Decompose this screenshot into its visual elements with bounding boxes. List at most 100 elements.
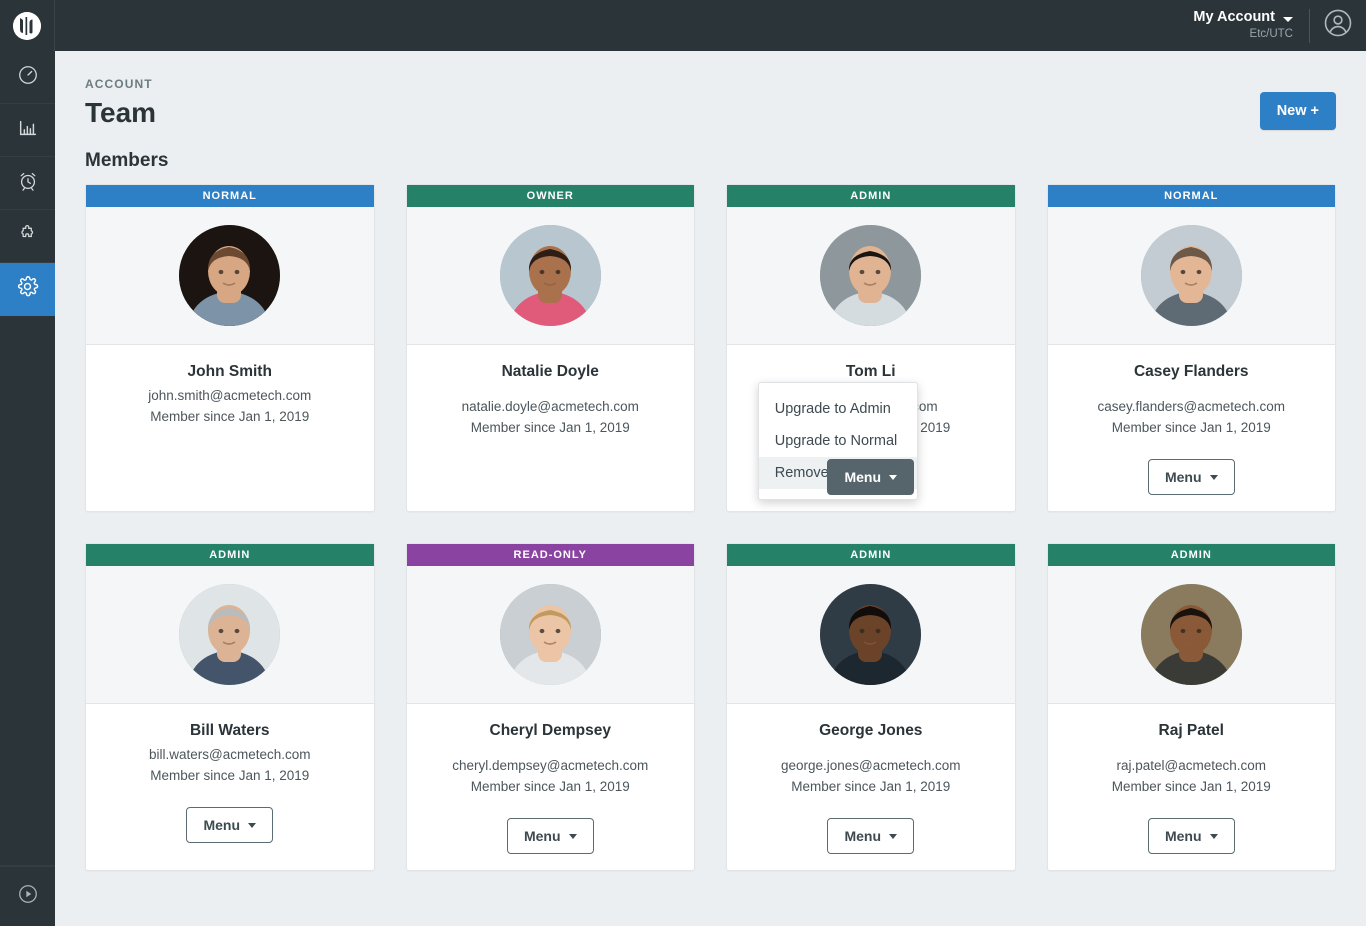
chevron-down-icon [568,834,577,840]
speedometer-icon [17,64,39,91]
chevron-down-icon [889,834,898,840]
role-badge: ADMIN [727,543,1015,566]
member-since: Member since Jan 1, 2019 [150,767,310,783]
member-menu-button[interactable]: Menu [186,806,274,843]
member-name: George Jones [819,721,923,739]
chevron-down-icon [1209,475,1218,481]
account-label: My Account [1193,9,1275,26]
role-badge: NORMAL [86,185,374,207]
avatar [179,583,281,685]
member-name: Cheryl Dempsey [489,721,611,739]
role-badge: ADMIN [1047,543,1335,566]
dropdown-item[interactable]: Upgrade to Admin [759,393,917,425]
avatar-area [86,565,374,704]
top-bar: My Account Etc/UTC [0,0,1366,51]
avatar [499,225,601,326]
avatar-area [727,207,1015,345]
member-name: Tom Li [845,363,896,380]
member-since: Member since Jan 1, 2019 [791,778,951,794]
page-header-left: ACCOUNT Team [85,77,1260,130]
member-name: Casey Flanders [1133,363,1249,380]
account-menu[interactable]: My Account Etc/UTC [1193,9,1309,41]
member-email: cheryl.dempsey@acmetech.com [452,757,649,773]
page-title: Team [85,97,157,128]
member-menu-label: Menu [844,827,882,844]
user-circle-icon [1323,8,1353,43]
page-header: ACCOUNT Team New + [85,77,1336,130]
member-card: NORMAL Casey Flanders casey.flanders@acme… [1046,184,1336,512]
member-menu-button[interactable]: Menu [506,817,594,854]
member-email: natalie.doyle@acmetech.com [461,399,639,414]
member-email: raj.patel@acmetech.com [1116,757,1266,773]
sidebar-item-reports[interactable] [0,104,55,157]
gear-icon [16,275,39,303]
avatar [1140,225,1242,326]
sidebar-item-settings[interactable] [0,263,55,316]
avatar [820,225,922,326]
member-menu-label: Menu [203,816,241,833]
member-card-body: Natalie Doyle natalie.doyle@acmetech.com M… [407,345,695,511]
member-menu-button[interactable]: Menu [827,817,915,854]
member-email: george.jones@acmetech.com [780,757,961,773]
member-card-body: Cheryl Dempsey cheryl.dempsey@acmetech.co… [407,704,695,870]
member-menu-label: Menu [1164,468,1202,485]
member-menu-label: Menu [523,827,561,844]
chevron-down-icon [889,475,898,481]
role-badge: OWNER [406,185,694,207]
sidebar-filler [0,316,55,866]
avatar [499,583,601,685]
section-title-members: Members [85,150,169,171]
avatar-area [727,565,1015,704]
member-menu-label: Menu [1164,827,1202,844]
account-timezone: Etc/UTC [1249,28,1293,41]
member-menu-button[interactable]: Menu [1147,458,1235,495]
avatar-area [406,565,694,704]
main-content: ACCOUNT Team New + Members NORMAL John S… [55,51,1366,926]
new-button[interactable]: New + [1259,92,1336,130]
member-card-body: George Jones george.jones@acmetech.com Mem… [727,704,1015,870]
member-email: bill.waters@acmetech.com [148,746,311,762]
member-card: READ-ONLY Cheryl Dempsey cheryl.dempsey@a… [405,542,695,871]
chevron-down-icon [1209,834,1218,840]
member-email: john.smith@acmetech.com [148,388,312,403]
sidebar [0,51,55,926]
account-menu-row: My Account [1193,9,1293,26]
member-card: ADMIN Raj Patel raj.patel@acmetech.com Mem… [1046,542,1336,871]
member-name: Raj Patel [1158,721,1224,739]
alarm-clock-icon [17,170,39,197]
avatar-area [406,207,694,345]
user-avatar-button[interactable] [1310,8,1366,43]
app-logo[interactable] [0,0,55,51]
member-menu-button[interactable]: Menu [1147,817,1235,854]
avatar [820,583,922,685]
avatar-area [1047,565,1335,704]
avatar [179,225,281,326]
member-card: ADMIN Bill Waters bill.waters@acmetech.co… [85,542,375,871]
app-logo-icon [13,11,41,40]
member-card-body: Bill Waters bill.waters@acmetech.com Membe… [86,704,374,870]
member-since: Member since Jan 1, 2019 [470,419,630,435]
member-menu-button[interactable]: Menu [827,458,915,495]
sidebar-item-help[interactable] [0,866,55,926]
sidebar-item-integrations[interactable] [0,210,55,263]
members-grid: NORMAL John Smith john.smith@acmetech.com… [85,184,1336,871]
role-badge: ADMIN [727,185,1015,207]
member-card-body: John Smith john.smith@acmetech.com Member … [86,345,374,511]
member-email: casey.flanders@acmetech.com [1097,399,1286,414]
member-card-body: Casey Flanders casey.flanders@acmetech.co… [1048,345,1336,511]
role-badge: ADMIN [86,543,374,566]
avatar-area [1047,207,1335,345]
dropdown-item[interactable]: Upgrade to Normal [759,425,917,457]
chevron-down-icon [248,823,257,829]
role-badge: READ-ONLY [406,543,694,566]
sidebar-item-dashboard[interactable] [0,51,55,104]
play-circle-icon [17,883,39,910]
breadcrumb: ACCOUNT [85,77,153,91]
member-card: NORMAL John Smith john.smith@acmetech.com… [85,184,375,512]
role-badge: NORMAL [1047,185,1335,207]
sidebar-item-alerts[interactable] [0,157,55,210]
member-since: Member since Jan 1, 2019 [150,408,310,424]
member-name: Bill Waters [189,721,270,739]
member-since: Member since Jan 1, 2019 [1111,419,1271,435]
avatar [1140,583,1242,685]
